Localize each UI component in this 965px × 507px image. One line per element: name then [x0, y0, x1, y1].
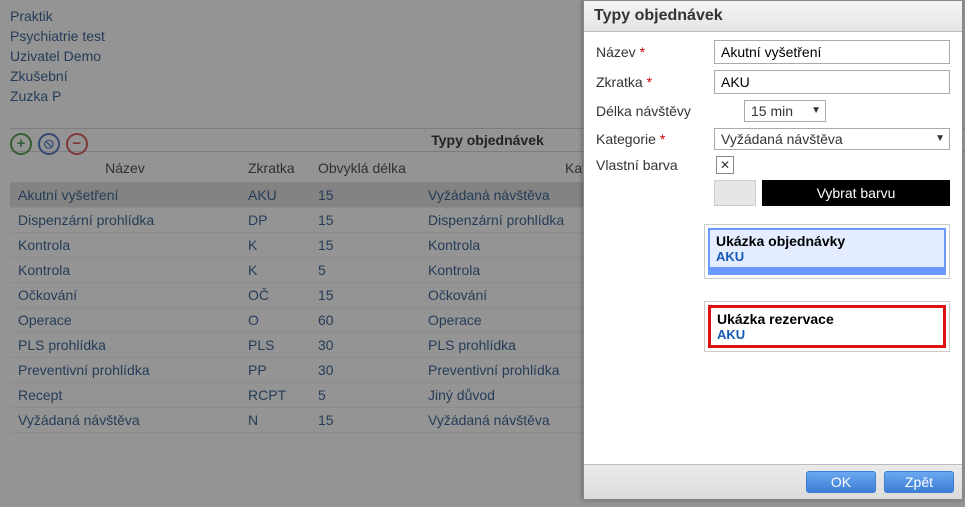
preview-subtitle: AKU	[717, 327, 937, 342]
nazev-input[interactable]	[714, 40, 950, 64]
delka-select[interactable]: 15 min	[744, 100, 826, 122]
label-delka: Délka návštěvy	[596, 103, 714, 119]
ok-button[interactable]: OK	[806, 471, 876, 493]
zkratka-input[interactable]	[714, 70, 950, 94]
preview-title: Ukázka objednávky	[716, 233, 938, 249]
label-nazev: Název *	[596, 44, 714, 60]
label-zkratka: Zkratka *	[596, 74, 714, 90]
preview-booking: Ukázka objednávky AKU	[704, 224, 950, 279]
dialog-footer: OK Zpět	[584, 464, 962, 499]
dialog-title: Typy objednávek	[584, 1, 962, 32]
preview-reservation: Ukázka rezervace AKU	[704, 301, 950, 352]
preview-subtitle: AKU	[716, 249, 938, 264]
label-barva: Vlastní barva	[596, 157, 714, 173]
clear-color-icon[interactable]: ✕	[716, 156, 734, 174]
color-swatch	[714, 180, 756, 206]
edit-dialog: Typy objednávek Název * Zkratka * Délka …	[583, 0, 963, 500]
choose-color-button[interactable]: Vybrat barvu	[762, 180, 950, 206]
kategorie-select[interactable]: Vyžádaná návštěva	[714, 128, 950, 150]
preview-title: Ukázka rezervace	[717, 311, 937, 327]
back-button[interactable]: Zpět	[884, 471, 954, 493]
label-kategorie: Kategorie *	[596, 131, 714, 147]
